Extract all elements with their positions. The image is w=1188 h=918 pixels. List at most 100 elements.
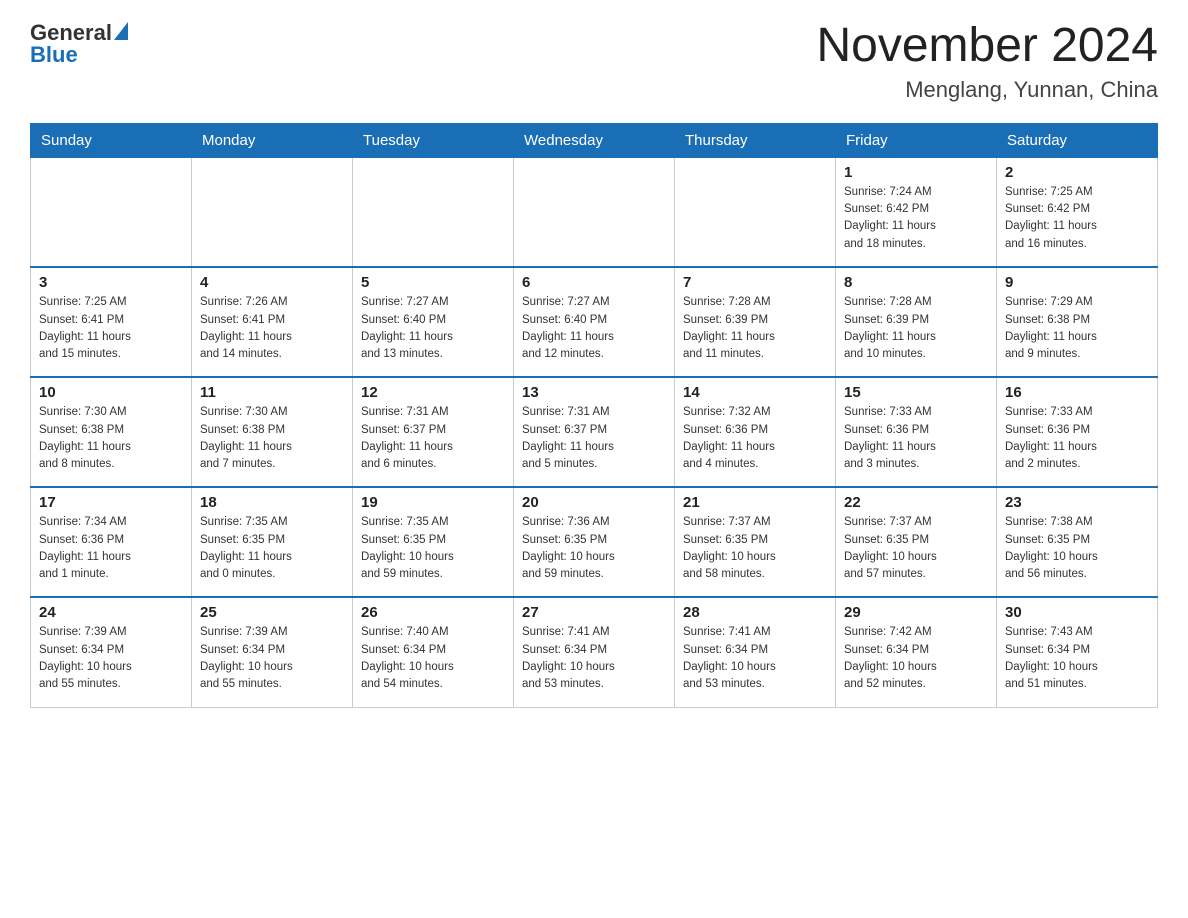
calendar-week-row: 17 Sunrise: 7:34 AMSunset: 6:36 PMDayligh… — [31, 487, 1158, 597]
col-saturday: Saturday — [997, 123, 1158, 157]
day-number: 22 — [844, 494, 988, 511]
table-row: 29 Sunrise: 7:42 AMSunset: 6:34 PMDayligh… — [836, 597, 997, 707]
table-row: 18 Sunrise: 7:35 AMSunset: 6:35 PMDayligh… — [192, 487, 353, 597]
col-tuesday: Tuesday — [353, 123, 514, 157]
day-info: Sunrise: 7:40 AMSunset: 6:34 PMDaylight:… — [361, 624, 505, 693]
table-row: 10 Sunrise: 7:30 AMSunset: 6:38 PMDayligh… — [31, 377, 192, 487]
calendar-header-row: Sunday Monday Tuesday Wednesday Thursday… — [31, 123, 1158, 157]
table-row: 24 Sunrise: 7:39 AMSunset: 6:34 PMDayligh… — [31, 597, 192, 707]
table-row: 26Sunrise: 7:40 AMSunset: 6:34 PMDayligh… — [353, 597, 514, 707]
col-sunday: Sunday — [31, 123, 192, 157]
table-row — [514, 157, 675, 267]
day-info: Sunrise: 7:41 AMSunset: 6:34 PMDaylight:… — [683, 624, 827, 693]
day-number: 7 — [683, 274, 827, 291]
table-row: 5 Sunrise: 7:27 AMSunset: 6:40 PMDaylight… — [353, 267, 514, 377]
day-info: Sunrise: 7:28 AMSunset: 6:39 PMDaylight:… — [683, 294, 827, 363]
table-row: 30 Sunrise: 7:43 AMSunset: 6:34 PMDayligh… — [997, 597, 1158, 707]
day-info: Sunrise: 7:39 AMSunset: 6:34 PMDaylight:… — [200, 624, 344, 693]
logo-text: General Blue — [30, 20, 128, 68]
col-monday: Monday — [192, 123, 353, 157]
day-info: Sunrise: 7:37 AMSunset: 6:35 PMDaylight:… — [683, 514, 827, 583]
table-row — [675, 157, 836, 267]
day-number: 20 — [522, 494, 666, 511]
col-wednesday: Wednesday — [514, 123, 675, 157]
day-info: Sunrise: 7:27 AMSunset: 6:40 PMDaylight:… — [361, 294, 505, 363]
calendar-week-row: 10 Sunrise: 7:30 AMSunset: 6:38 PMDayligh… — [31, 377, 1158, 487]
day-number: 15 — [844, 384, 988, 401]
day-info: Sunrise: 7:42 AMSunset: 6:34 PMDaylight:… — [844, 624, 988, 693]
day-number: 4 — [200, 274, 344, 291]
day-number: 30 — [1005, 604, 1149, 621]
day-number: 10 — [39, 384, 183, 401]
table-row: 12 Sunrise: 7:31 AMSunset: 6:37 PMDayligh… — [353, 377, 514, 487]
table-row: 19 Sunrise: 7:35 AMSunset: 6:35 PMDayligh… — [353, 487, 514, 597]
day-info: Sunrise: 7:31 AMSunset: 6:37 PMDaylight:… — [361, 404, 505, 473]
day-info: Sunrise: 7:36 AMSunset: 6:35 PMDaylight:… — [522, 514, 666, 583]
subtitle: Menglang, Yunnan, China — [816, 77, 1158, 103]
day-info: Sunrise: 7:25 AMSunset: 6:41 PMDaylight:… — [39, 294, 183, 363]
day-number: 23 — [1005, 494, 1149, 511]
day-number: 28 — [683, 604, 827, 621]
table-row — [192, 157, 353, 267]
calendar-week-row: 24 Sunrise: 7:39 AMSunset: 6:34 PMDayligh… — [31, 597, 1158, 707]
day-number: 19 — [361, 494, 505, 511]
day-number: 13 — [522, 384, 666, 401]
day-info: Sunrise: 7:29 AMSunset: 6:38 PMDaylight:… — [1005, 294, 1149, 363]
table-row: 11Sunrise: 7:30 AMSunset: 6:38 PMDayligh… — [192, 377, 353, 487]
day-info: Sunrise: 7:31 AMSunset: 6:37 PMDaylight:… — [522, 404, 666, 473]
table-row: 22 Sunrise: 7:37 AMSunset: 6:35 PMDayligh… — [836, 487, 997, 597]
day-info: Sunrise: 7:34 AMSunset: 6:36 PMDaylight:… — [39, 514, 183, 583]
table-row: 14Sunrise: 7:32 AMSunset: 6:36 PMDayligh… — [675, 377, 836, 487]
day-info: Sunrise: 7:26 AMSunset: 6:41 PMDaylight:… — [200, 294, 344, 363]
main-title: November 2024 — [816, 20, 1158, 73]
day-info: Sunrise: 7:33 AMSunset: 6:36 PMDaylight:… — [1005, 404, 1149, 473]
table-row: 6Sunrise: 7:27 AMSunset: 6:40 PMDaylight… — [514, 267, 675, 377]
logo-blue: Blue — [30, 42, 78, 68]
day-info: Sunrise: 7:35 AMSunset: 6:35 PMDaylight:… — [361, 514, 505, 583]
table-row: 2Sunrise: 7:25 AMSunset: 6:42 PMDaylight… — [997, 157, 1158, 267]
page-header: General Blue November 2024 Menglang, Yun… — [30, 20, 1158, 103]
table-row: 4 Sunrise: 7:26 AMSunset: 6:41 PMDaylight… — [192, 267, 353, 377]
day-number: 18 — [200, 494, 344, 511]
day-info: Sunrise: 7:30 AMSunset: 6:38 PMDaylight:… — [200, 404, 344, 473]
table-row: 25 Sunrise: 7:39 AMSunset: 6:34 PMDayligh… — [192, 597, 353, 707]
table-row: 9 Sunrise: 7:29 AMSunset: 6:38 PMDaylight… — [997, 267, 1158, 377]
day-number: 1 — [844, 164, 988, 181]
day-number: 9 — [1005, 274, 1149, 291]
table-row: 8 Sunrise: 7:28 AMSunset: 6:39 PMDaylight… — [836, 267, 997, 377]
day-number: 5 — [361, 274, 505, 291]
day-number: 25 — [200, 604, 344, 621]
table-row: 3Sunrise: 7:25 AMSunset: 6:41 PMDaylight… — [31, 267, 192, 377]
day-info: Sunrise: 7:41 AMSunset: 6:34 PMDaylight:… — [522, 624, 666, 693]
day-number: 8 — [844, 274, 988, 291]
day-number: 21 — [683, 494, 827, 511]
table-row: 17 Sunrise: 7:34 AMSunset: 6:36 PMDayligh… — [31, 487, 192, 597]
day-number: 24 — [39, 604, 183, 621]
day-info: Sunrise: 7:30 AMSunset: 6:38 PMDaylight:… — [39, 404, 183, 473]
calendar-week-row: 1 Sunrise: 7:24 AMSunset: 6:42 PMDaylight… — [31, 157, 1158, 267]
calendar-week-row: 3Sunrise: 7:25 AMSunset: 6:41 PMDaylight… — [31, 267, 1158, 377]
day-info: Sunrise: 7:32 AMSunset: 6:36 PMDaylight:… — [683, 404, 827, 473]
logo-triangle-icon — [114, 22, 128, 40]
day-number: 27 — [522, 604, 666, 621]
table-row: 13 Sunrise: 7:31 AMSunset: 6:37 PMDayligh… — [514, 377, 675, 487]
day-info: Sunrise: 7:37 AMSunset: 6:35 PMDaylight:… — [844, 514, 988, 583]
table-row: 20 Sunrise: 7:36 AMSunset: 6:35 PMDayligh… — [514, 487, 675, 597]
day-number: 17 — [39, 494, 183, 511]
title-section: November 2024 Menglang, Yunnan, China — [816, 20, 1158, 103]
day-info: Sunrise: 7:43 AMSunset: 6:34 PMDaylight:… — [1005, 624, 1149, 693]
day-info: Sunrise: 7:28 AMSunset: 6:39 PMDaylight:… — [844, 294, 988, 363]
day-info: Sunrise: 7:24 AMSunset: 6:42 PMDaylight:… — [844, 184, 988, 253]
table-row: 15Sunrise: 7:33 AMSunset: 6:36 PMDayligh… — [836, 377, 997, 487]
table-row: 27 Sunrise: 7:41 AMSunset: 6:34 PMDayligh… — [514, 597, 675, 707]
table-row: 7 Sunrise: 7:28 AMSunset: 6:39 PMDaylight… — [675, 267, 836, 377]
day-info: Sunrise: 7:39 AMSunset: 6:34 PMDaylight:… — [39, 624, 183, 693]
day-info: Sunrise: 7:27 AMSunset: 6:40 PMDaylight:… — [522, 294, 666, 363]
day-info: Sunrise: 7:35 AMSunset: 6:35 PMDaylight:… — [200, 514, 344, 583]
day-number: 29 — [844, 604, 988, 621]
table-row — [31, 157, 192, 267]
table-row — [353, 157, 514, 267]
table-row: 23 Sunrise: 7:38 AMSunset: 6:35 PMDayligh… — [997, 487, 1158, 597]
day-info: Sunrise: 7:38 AMSunset: 6:35 PMDaylight:… — [1005, 514, 1149, 583]
day-number: 12 — [361, 384, 505, 401]
